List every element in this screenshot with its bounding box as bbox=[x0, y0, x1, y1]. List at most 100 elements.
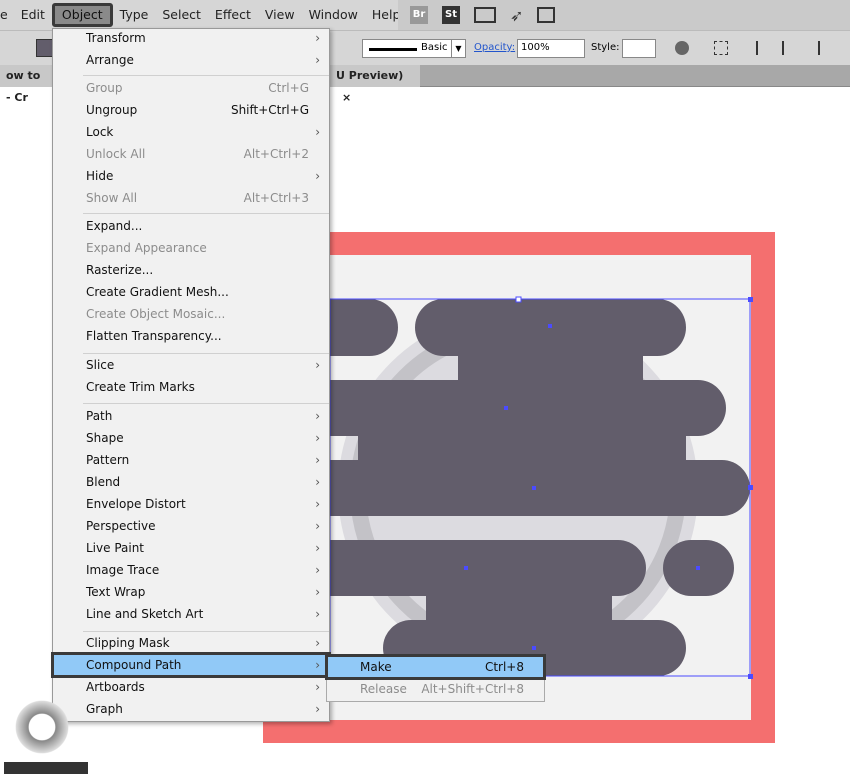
menu-item-label: Rasterize... bbox=[86, 263, 154, 277]
chevron-right-icon: › bbox=[315, 125, 320, 139]
menu-item-expand-appearance[interactable]: Expand Appearance bbox=[53, 237, 329, 259]
menu-item-flatten-transparency[interactable]: Flatten Transparency... bbox=[53, 325, 329, 347]
menu-item-label: Text Wrap bbox=[86, 585, 146, 599]
submenu-item-release[interactable]: Release Alt+Shift+Ctrl+8 bbox=[327, 678, 544, 700]
menu-item-label: Artboards bbox=[86, 680, 145, 694]
menu-separator bbox=[83, 213, 329, 214]
menu-item-path[interactable]: Path › bbox=[53, 405, 329, 427]
menu-item-slice[interactable]: Slice › bbox=[53, 354, 329, 376]
rocket-icon[interactable]: ➶ bbox=[510, 6, 523, 25]
menu-item-line-and-sketch-art[interactable]: Line and Sketch Art › bbox=[53, 603, 329, 625]
menu-item-graph[interactable]: Graph › bbox=[53, 698, 329, 720]
menu-item-unlock-all[interactable]: Unlock All Alt+Ctrl+2 bbox=[53, 143, 329, 165]
menu-item-blend[interactable]: Blend › bbox=[53, 471, 329, 493]
chevron-right-icon: › bbox=[315, 475, 320, 489]
menu-window[interactable]: Window bbox=[302, 3, 365, 27]
arrange-documents-icon[interactable] bbox=[474, 7, 496, 23]
menu-item-label: Image Trace bbox=[86, 563, 160, 577]
style-dropdown[interactable] bbox=[622, 39, 656, 58]
submenu-item-make[interactable]: Make Ctrl+8 bbox=[325, 654, 546, 680]
menu-item-transform[interactable]: Transform › bbox=[53, 27, 329, 49]
menu-edit[interactable]: Edit bbox=[14, 3, 52, 27]
menu-item-label: Graph bbox=[86, 702, 123, 716]
menu-item-perspective[interactable]: Perspective › bbox=[53, 515, 329, 537]
menu-item-label: Compound Path bbox=[86, 658, 182, 672]
menu-item-label: Perspective bbox=[86, 519, 156, 533]
menu-item-envelope-distort[interactable]: Envelope Distort › bbox=[53, 493, 329, 515]
gpu-icon[interactable] bbox=[537, 7, 556, 23]
menu-item-label: Show All bbox=[86, 191, 138, 205]
app-bar: Br St ➶ bbox=[398, 0, 850, 30]
menu-object[interactable]: Object bbox=[51, 3, 113, 27]
menu-item-label: Line and Sketch Art bbox=[86, 607, 204, 621]
menu-item-rasterize[interactable]: Rasterize... bbox=[53, 259, 329, 281]
menu-item-label: Transform bbox=[86, 31, 146, 45]
shortcut: Ctrl+8 bbox=[484, 660, 524, 674]
menu-item-label: Group bbox=[86, 81, 123, 95]
menu-item-create-object-mosaic[interactable]: Create Object Mosaic... bbox=[53, 303, 329, 325]
menu-item-label: Create Object Mosaic... bbox=[86, 307, 226, 321]
watermark-logo bbox=[4, 690, 88, 778]
menu-item-create-gradient-mesh[interactable]: Create Gradient Mesh... bbox=[53, 281, 329, 303]
style-label: Style: bbox=[591, 42, 620, 53]
align-center-icon[interactable] bbox=[782, 41, 794, 55]
menu-separator bbox=[83, 75, 329, 76]
chevron-down-icon[interactable]: ▼ bbox=[451, 40, 465, 57]
menu-item-pattern[interactable]: Pattern › bbox=[53, 449, 329, 471]
chevron-right-icon: › bbox=[315, 497, 320, 511]
shortcut: Alt+Shift+Ctrl+8 bbox=[421, 682, 524, 696]
recolor-icon[interactable] bbox=[675, 41, 689, 55]
chevron-right-icon: › bbox=[315, 607, 320, 621]
menu-item-label: Arrange bbox=[86, 53, 134, 67]
menu-item-label: Path bbox=[86, 409, 113, 423]
bridge-button[interactable]: Br bbox=[410, 6, 428, 24]
menu-e[interactable]: e bbox=[0, 3, 14, 27]
stroke-style-dropdown[interactable]: Basic ▼ bbox=[362, 39, 466, 58]
chevron-right-icon: › bbox=[315, 658, 320, 672]
menu-item-group[interactable]: Group Ctrl+G bbox=[53, 77, 329, 99]
chevron-right-icon: › bbox=[315, 358, 320, 372]
menu-item-lock[interactable]: Lock › bbox=[53, 121, 329, 143]
menu-item-ungroup[interactable]: Ungroup Shift+Ctrl+G bbox=[53, 99, 329, 121]
opacity-input[interactable]: 100% bbox=[517, 39, 585, 58]
menu-item-shape[interactable]: Shape › bbox=[53, 427, 329, 449]
menu-item-artboards[interactable]: Artboards › bbox=[53, 676, 329, 698]
menu-effect[interactable]: Effect bbox=[208, 3, 258, 27]
menu-item-label: Create Gradient Mesh... bbox=[86, 285, 229, 299]
menu-item-live-paint[interactable]: Live Paint › bbox=[53, 537, 329, 559]
menu-item-expand[interactable]: Expand... bbox=[53, 215, 329, 237]
menu-view[interactable]: View bbox=[258, 3, 302, 27]
shortcut: Shift+Ctrl+G bbox=[230, 103, 309, 117]
menu-item-create-trim-marks[interactable]: Create Trim Marks bbox=[53, 376, 329, 398]
menu-item-clipping-mask[interactable]: Clipping Mask › bbox=[53, 632, 329, 654]
menu-item-text-wrap[interactable]: Text Wrap › bbox=[53, 581, 329, 603]
chevron-right-icon: › bbox=[315, 31, 320, 45]
menu-type[interactable]: Type bbox=[113, 3, 156, 27]
menu-item-label: Expand Appearance bbox=[86, 241, 207, 255]
menu-item-label: Blend bbox=[86, 475, 121, 489]
opacity-label[interactable]: Opacity: bbox=[474, 42, 515, 53]
menu-item-label: Slice bbox=[86, 358, 115, 372]
compound-path-submenu: Make Ctrl+8 Release Alt+Shift+Ctrl+8 bbox=[325, 654, 546, 702]
menu-item-label: Unlock All bbox=[86, 147, 146, 161]
menu-item-label: Live Paint bbox=[86, 541, 145, 555]
menu-select[interactable]: Select bbox=[155, 3, 208, 27]
chevron-right-icon: › bbox=[315, 563, 320, 577]
document-tab-title[interactable]: U Preview) × bbox=[330, 65, 420, 104]
menu-item-label: Ungroup bbox=[86, 103, 138, 117]
menu-item-image-trace[interactable]: Image Trace › bbox=[53, 559, 329, 581]
align-icon[interactable] bbox=[714, 41, 728, 55]
menu-item-hide[interactable]: Hide › bbox=[53, 165, 329, 187]
stock-button[interactable]: St bbox=[442, 6, 460, 24]
menu-item-compound-path[interactable]: Compound Path › bbox=[51, 652, 331, 678]
align-left-icon[interactable] bbox=[756, 41, 768, 55]
document-tab[interactable]: ow to - Cr bbox=[0, 65, 52, 104]
menu-item-show-all[interactable]: Show All Alt+Ctrl+3 bbox=[53, 187, 329, 209]
align-right-icon[interactable] bbox=[808, 41, 820, 55]
menu-separator bbox=[83, 403, 329, 404]
chevron-right-icon: › bbox=[315, 431, 320, 445]
menu-item-arrange[interactable]: Arrange › bbox=[53, 49, 329, 71]
stroke-style-value: Basic bbox=[421, 42, 448, 53]
object-menu: Transform › Arrange › Group Ctrl+G Ungroup Shif… bbox=[51, 27, 331, 722]
chevron-right-icon: › bbox=[315, 169, 320, 183]
